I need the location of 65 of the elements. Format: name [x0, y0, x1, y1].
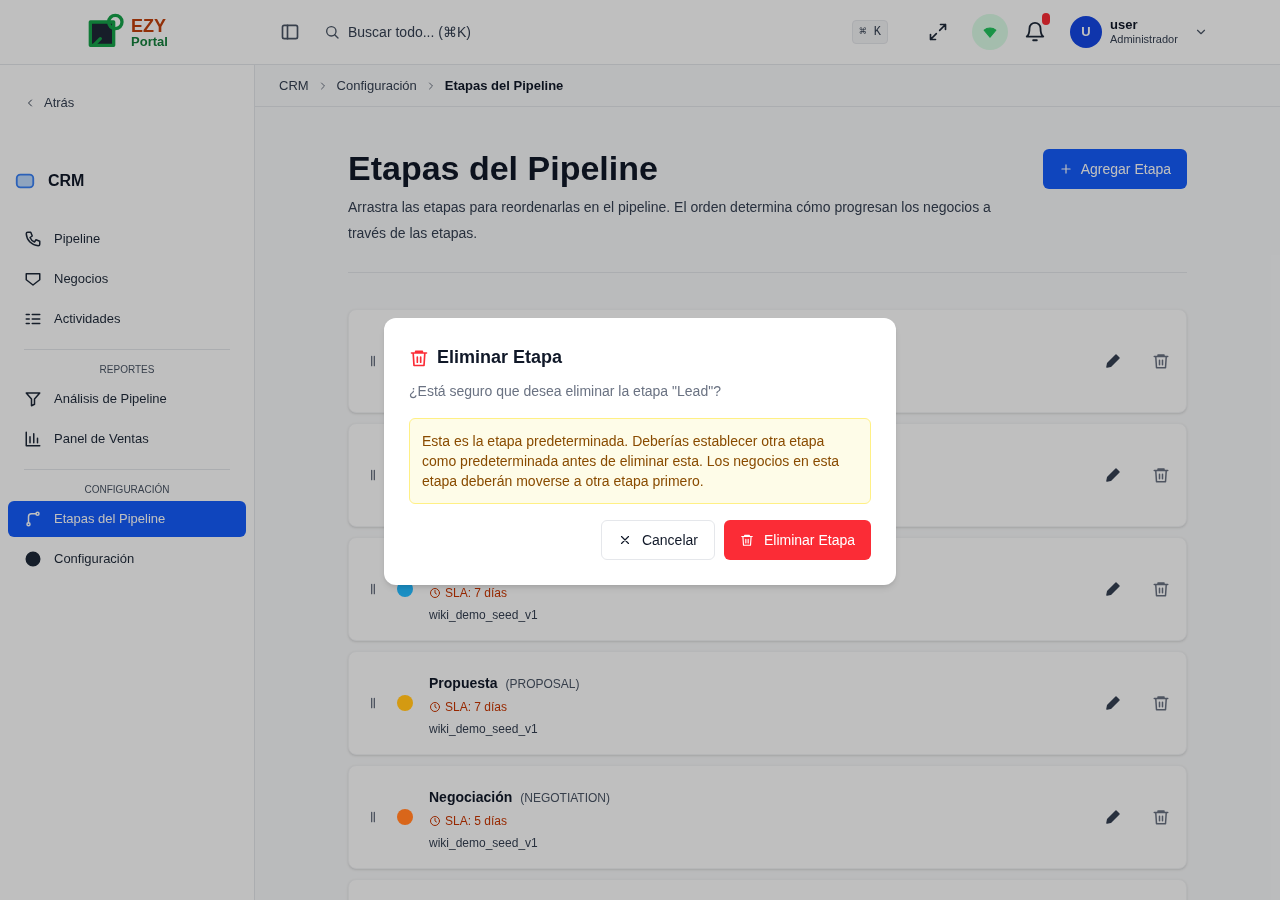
- stage-code: (NEGOTIATION): [520, 790, 611, 807]
- dialog-title: Eliminar Etapa: [437, 346, 563, 369]
- wifi-icon: [983, 25, 997, 39]
- trash-icon[interactable]: [1152, 807, 1170, 826]
- stage-tag: wiki_demo_seed_v1: [429, 605, 538, 624]
- search-field[interactable]: Buscar todo... (⌘K): [348, 21, 845, 43]
- section-heading: CONFIGURACIÓN: [83, 482, 171, 497]
- module-title: CRM: [48, 170, 85, 191]
- shortcut-key: ⌘ K: [852, 20, 888, 44]
- clock-icon: [429, 815, 441, 827]
- route-icon: [24, 509, 42, 528]
- clock-icon: [429, 586, 441, 599]
- logo-text: Portal: [131, 34, 168, 48]
- phone-icon: [24, 229, 42, 248]
- breadcrumb-item[interactable]: Configuración: [336, 75, 417, 96]
- pencil-icon[interactable]: [1104, 465, 1122, 484]
- stage-sla: SLA: 7 días: [429, 698, 508, 716]
- sidebar-item[interactable]: Pipeline: [8, 220, 246, 257]
- stage-code: (PROPOSAL): [505, 676, 580, 693]
- funnel-icon: [24, 389, 42, 408]
- stage-name: Negociación: [429, 788, 513, 807]
- pencil-icon[interactable]: [1104, 693, 1122, 712]
- dialog-message: ¿Está seguro que desea eliminar la etapa "Lead"?: [409, 382, 722, 401]
- trash-icon: [739, 533, 754, 547]
- search-icon: [324, 24, 340, 40]
- section-heading: REPORTES: [98, 362, 156, 377]
- user-avatar[interactable]: U: [1070, 16, 1102, 48]
- user-role: Administrador: [1110, 33, 1178, 47]
- bell-icon[interactable]: [1024, 21, 1046, 43]
- breadcrumb-item: Etapas del Pipeline: [444, 76, 564, 95]
- pencil-icon[interactable]: [1104, 351, 1122, 370]
- stage-tag: wiki_demo_seed_v1: [429, 720, 538, 738]
- pencil-icon[interactable]: [1104, 579, 1122, 598]
- stage-sla: SLA: 5 días: [429, 812, 508, 830]
- cancel-button[interactable]: Cancelar: [600, 520, 715, 560]
- plus-icon: [1058, 162, 1073, 176]
- pencil-icon[interactable]: [1104, 807, 1122, 826]
- trash-icon[interactable]: [1152, 579, 1170, 598]
- sidebar-item[interactable]: Etapas del Pipeline: [8, 500, 246, 537]
- back-link[interactable]: Atrás: [24, 93, 75, 113]
- stage-sla: SLA: 7 días: [429, 583, 508, 602]
- trash-icon[interactable]: [1152, 465, 1170, 484]
- sidebar-toggle-icon[interactable]: [280, 22, 300, 42]
- breadcrumb-item[interactable]: CRM: [279, 75, 309, 96]
- chart-icon: [24, 429, 42, 448]
- sidebar-item[interactable]: Panel de Ventas: [8, 420, 246, 457]
- user-name: user: [1110, 17, 1139, 34]
- add-stage-button[interactable]: Agregar Etapa: [1042, 149, 1187, 189]
- trash-icon[interactable]: [1152, 693, 1170, 712]
- stage-tag: wiki_demo_seed_v1: [429, 834, 538, 852]
- trash-icon[interactable]: [1152, 351, 1170, 370]
- status-button[interactable]: [972, 14, 1008, 50]
- page-description: Arrastra las etapas para reordenarlas en el pipeline. El orden determina cómo progresan los negocios a través de las etapas.: [348, 197, 992, 243]
- sidebar-item[interactable]: Análisis de Pipeline: [8, 380, 246, 417]
- notification-badge: [1042, 13, 1050, 25]
- logo-text: EZY: [131, 16, 168, 35]
- warning-message: Esta es la etapa predeterminada. Deberías establecer otra etapa como predeterminada antes de eliminar esta. Los negocios en esta etapa deberán moverse a otra etapa primero.: [409, 418, 871, 504]
- expand-icon[interactable]: [928, 22, 948, 42]
- sidebar-item[interactable]: Configuración: [8, 540, 246, 577]
- sidebar-item[interactable]: Actividades: [8, 300, 246, 337]
- clock-icon: [429, 701, 441, 713]
- page-title: Etapas del Pipeline: [348, 148, 659, 189]
- stage-name: Propuesta: [429, 674, 498, 693]
- delete-button[interactable]: Eliminar Etapa: [723, 520, 871, 560]
- sidebar-item[interactable]: Negocios: [8, 260, 246, 297]
